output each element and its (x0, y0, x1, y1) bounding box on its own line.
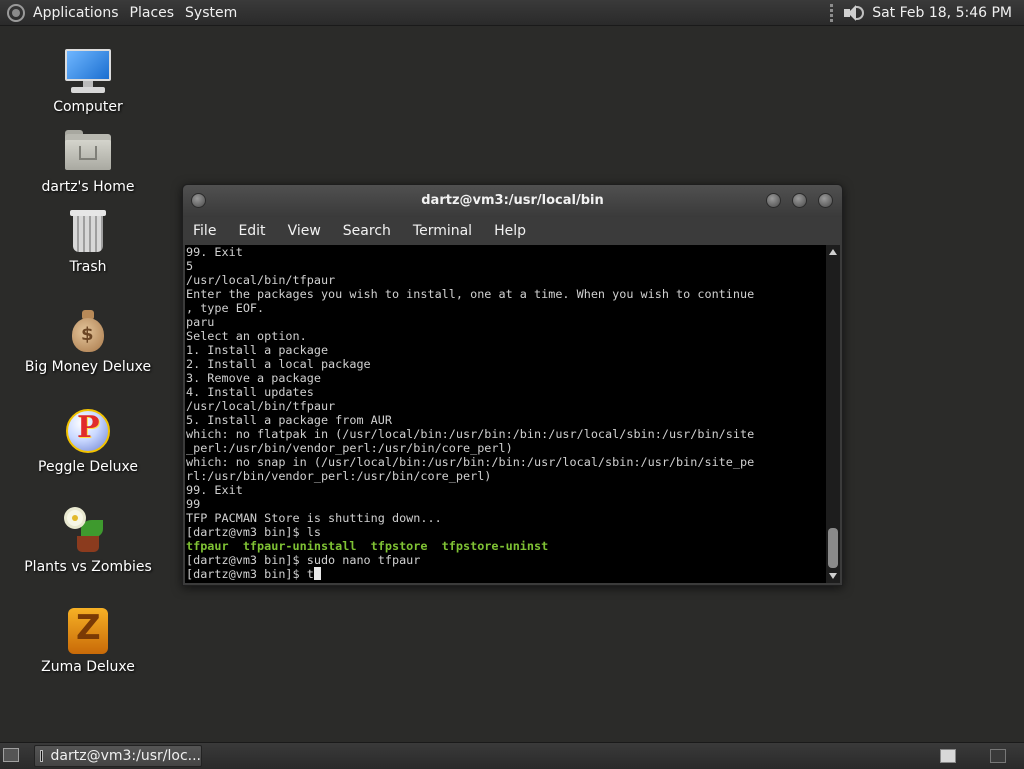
terminal-line: which: no flatpak in (/usr/local/bin:/us… (186, 427, 755, 441)
maximize-button[interactable] (792, 193, 807, 208)
terminal-icon (40, 750, 43, 762)
peggle-icon: P (63, 406, 113, 456)
terminal-line: [dartz@vm3 bin]$ sudo nano tfpaur (186, 553, 421, 567)
terminal-prompt-line[interactable]: [dartz@vm3 bin]$ t (186, 567, 826, 581)
text-cursor (313, 567, 321, 580)
terminal-line: 5. Install a package from AUR (186, 413, 392, 427)
volume-icon[interactable] (842, 3, 865, 23)
terminal-line: which: no snap in (/usr/local/bin:/usr/b… (186, 455, 755, 469)
zuma-icon: Z (63, 606, 113, 656)
desktop-icon-label: Computer (53, 99, 123, 115)
desktop-icon-label: Zuma Deluxe (41, 659, 135, 675)
home-folder-icon (63, 126, 113, 176)
terminal-line: 2. Install a local package (186, 357, 371, 371)
terminal-line: rl:/usr/bin/vendor_perl:/usr/bin/core_pe… (186, 469, 492, 483)
terminal-line: [dartz@vm3 bin]$ ls (186, 525, 321, 539)
distro-logo-icon[interactable] (7, 3, 25, 22)
terminal-line: 4. Install updates (186, 385, 314, 399)
desktop-icon-label: Peggle Deluxe (38, 459, 138, 475)
workspace-switcher-1[interactable] (940, 749, 956, 763)
menu-file[interactable]: File (183, 223, 227, 239)
terminal-line: 99. Exit (186, 483, 243, 497)
scrollbar-thumb[interactable] (828, 528, 838, 568)
scroll-up-arrow-icon[interactable] (829, 249, 837, 255)
menu-help[interactable]: Help (483, 223, 537, 239)
top-panel-tray: Sat Feb 18, 5:46 PM (830, 0, 1012, 25)
menu-view[interactable]: View (277, 223, 332, 239)
desktop-icon-label: Trash (69, 259, 107, 275)
minimize-button[interactable] (766, 193, 781, 208)
terminal-output[interactable]: 99. Exit 5 /usr/local/bin/tfpaur Enter t… (185, 245, 826, 583)
terminal-input[interactable]: t (307, 567, 314, 581)
terminal-menubar: File Edit View Search Terminal Help (183, 217, 842, 245)
plants-icon (63, 506, 113, 556)
desktop-icon-zuma[interactable]: Z Zuma Deluxe (13, 606, 163, 675)
computer-icon (63, 46, 113, 96)
window-titlebar[interactable]: dartz@vm3:/usr/local/bin (183, 185, 842, 217)
taskbar-label: dartz@vm3:/usr/loc... (50, 748, 201, 764)
desktop-icon-peggle[interactable]: P Peggle Deluxe (13, 406, 163, 475)
terminal-prompt: [dartz@vm3 bin]$ (186, 567, 307, 581)
top-panel: Applications Places System Sat Feb 18, 5… (0, 0, 1024, 26)
terminal-line: _perl:/usr/bin/vendor_perl:/usr/bin/core… (186, 441, 513, 455)
menu-terminal[interactable]: Terminal (402, 223, 483, 239)
desktop-icon-computer[interactable]: Computer (13, 46, 163, 115)
terminal-line: , type EOF. (186, 301, 265, 315)
desktop-icon-label: Plants vs Zombies (24, 559, 152, 575)
menu-applications[interactable]: Applications (31, 5, 128, 21)
bottom-panel: dartz@vm3:/usr/loc... (0, 742, 1024, 769)
desktop-icon-label: Big Money Deluxe (24, 359, 152, 375)
trash-icon (63, 206, 113, 256)
terminal-scrollbar[interactable] (826, 245, 840, 583)
ls-output-line: tfpaur tfpaur-uninstall tfpstore tfpstor… (186, 539, 549, 553)
panel-handle-icon (830, 3, 834, 22)
money-bag-icon: $ (63, 306, 113, 356)
terminal-line: Select an option. (186, 329, 307, 343)
window-title: dartz@vm3:/usr/local/bin (421, 193, 604, 208)
terminal-line: 3. Remove a package (186, 371, 321, 385)
desktop-icon-trash[interactable]: Trash (13, 206, 163, 275)
workspace-switcher-2[interactable] (990, 749, 1006, 763)
terminal-line: TFP PACMAN Store is shutting down... (186, 511, 442, 525)
close-button[interactable] (818, 193, 833, 208)
terminal-window: dartz@vm3:/usr/local/bin File Edit View … (182, 184, 843, 586)
desktop-icon-label: dartz's Home (41, 179, 135, 195)
menu-edit[interactable]: Edit (227, 223, 276, 239)
desktop-icon-home[interactable]: dartz's Home (13, 126, 163, 195)
terminal-line: /usr/local/bin/tfpaur (186, 399, 336, 413)
terminal-line: /usr/local/bin/tfpaur (186, 273, 336, 287)
terminal-line: Enter the packages you wish to install, … (186, 287, 755, 301)
terminal-line: paru (186, 315, 215, 329)
terminal-line: 99. Exit (186, 245, 243, 259)
taskbar-button-terminal[interactable]: dartz@vm3:/usr/loc... (34, 745, 202, 767)
menu-system[interactable]: System (183, 5, 246, 21)
menu-places[interactable]: Places (128, 5, 184, 21)
menu-search[interactable]: Search (332, 223, 402, 239)
clock[interactable]: Sat Feb 18, 5:46 PM (872, 5, 1012, 21)
desktop-icon-big-money[interactable]: $ Big Money Deluxe (13, 306, 163, 375)
scroll-down-arrow-icon[interactable] (829, 573, 837, 579)
show-desktop-icon[interactable] (3, 748, 19, 762)
terminal-line: 5 (186, 259, 194, 273)
terminal-line: 99 (186, 497, 201, 511)
terminal-line: 1. Install a package (186, 343, 329, 357)
desktop-icon-plants-vs-zombies[interactable]: Plants vs Zombies (13, 506, 163, 575)
